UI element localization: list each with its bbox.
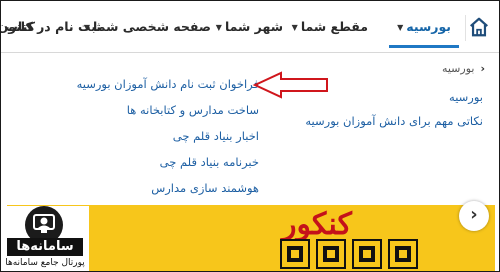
nav-item-label: بورسیه xyxy=(406,19,451,34)
annotation-arrow xyxy=(252,71,328,99)
nav-item-bourse[interactable]: بورسیه▼ xyxy=(389,19,459,48)
nav-item-grade[interactable]: مقطع شما▼ xyxy=(292,19,368,34)
home-button[interactable] xyxy=(465,15,491,41)
breadcrumb[interactable]: ‹ بورسیه xyxy=(442,62,485,75)
screenshot-frame: بورسیه▼ مقطع شما▼ شهر شما▼ صفحه شخصی شما… xyxy=(0,0,500,272)
chevron-down-icon: ▼ xyxy=(291,23,298,32)
menu-link-foundation-news[interactable]: اخبار بنیاد قلم چی xyxy=(77,124,259,150)
chevron-right-icon: › xyxy=(470,204,478,225)
menu-link-smart-schools[interactable]: هوشمند سازی مدارس xyxy=(77,176,259,202)
nav-item-label: شهر شما xyxy=(224,19,283,34)
menu-link-bourse[interactable]: بورسیه xyxy=(305,90,483,104)
nav-item-city[interactable]: شهر شما▼ xyxy=(216,19,283,34)
top-navbar: بورسیه▼ مقطع شما▼ شهر شما▼ صفحه شخصی شما… xyxy=(1,7,499,53)
chevron-left-icon: ‹ xyxy=(480,62,485,75)
slider-next-button[interactable]: › xyxy=(459,201,489,231)
chevron-down-icon: ▼ xyxy=(397,23,404,32)
logo-tagline: پورتال جامع سامانه‌ها xyxy=(5,258,85,268)
dropdown-middle-column: فراخوان ثبت نام دانش آموزان بورسیه ساخت … xyxy=(77,72,259,202)
home-icon xyxy=(470,17,488,37)
nav-item-label: صفحه شخصی شما xyxy=(93,19,211,34)
site-logo: سامانه‌ها پورتال جامع سامانه‌ها xyxy=(1,206,89,271)
menu-link-bourse-registration-call[interactable]: فراخوان ثبت نام دانش آموزان بورسیه xyxy=(77,72,259,98)
nav-item-books[interactable]: کتاب xyxy=(5,19,35,34)
logo-name: سامانه‌ها xyxy=(7,238,83,256)
menu-link-foundation-newsletter[interactable]: خبرنامه بنیاد قلم چی xyxy=(77,150,259,176)
nav-item-personal-page[interactable]: صفحه شخصی شما▼ xyxy=(84,19,211,34)
banner-title: کنکور xyxy=(282,207,352,242)
menu-link-building-schools[interactable]: ساخت مدارس و کتابخانه ها xyxy=(77,98,259,124)
dropdown-right-column: بورسیه نکاتی مهم برای دانش آموزان بورسیه xyxy=(305,90,483,138)
nav-item-label: کتاب xyxy=(5,19,35,34)
menu-link-bourse-tips[interactable]: نکاتی مهم برای دانش آموزان بورسیه xyxy=(305,114,483,128)
chevron-down-icon: ▼ xyxy=(215,23,222,32)
nav-item-label: مقطع شما xyxy=(300,19,368,34)
breadcrumb-label: بورسیه xyxy=(441,62,475,75)
